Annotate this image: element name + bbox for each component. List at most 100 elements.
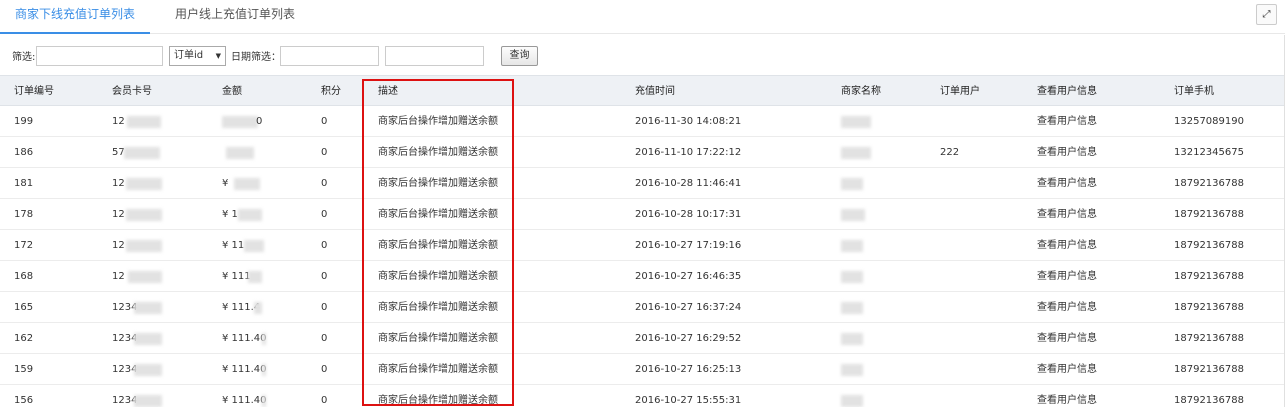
amount-redaction bbox=[226, 147, 254, 159]
card-number-redaction bbox=[126, 209, 162, 221]
view-user-info-link[interactable]: 查看用户信息 bbox=[1037, 137, 1097, 168]
cell-amount-tail: 0 bbox=[256, 116, 263, 127]
date-end-input[interactable] bbox=[385, 46, 484, 66]
table-row: 159 1234 ¥ 111.40 0 商家后台操作增加赠送余额 2016-10-27 1… bbox=[0, 354, 1285, 385]
cell-card-number: 12 bbox=[112, 116, 125, 127]
cell-description: 商家后台操作增加赠送余额 bbox=[378, 178, 498, 189]
cell-recharge-time: 2016-10-27 16:37:24 bbox=[635, 302, 742, 313]
cell-recharge-time: 2016-11-30 14:08:21 bbox=[635, 116, 742, 127]
merchant-name-redaction bbox=[841, 209, 865, 221]
cell-order-id: 172 bbox=[14, 240, 34, 251]
cell-amount: ¥ 1 bbox=[222, 209, 238, 220]
cell-description: 商家后台操作增加赠送余额 bbox=[378, 395, 498, 406]
cell-recharge-time: 2016-10-28 11:46:41 bbox=[635, 178, 742, 189]
cell-points: 0 bbox=[321, 209, 328, 220]
table-row: 199 12 0 0 商家后台操作增加赠送余额 2016-11-30 14:08:21 查看… bbox=[0, 106, 1285, 137]
cell-order-phone: 13257089190 bbox=[1174, 116, 1244, 127]
column-header-card-number: 会员卡号 bbox=[112, 86, 152, 97]
card-number-redaction bbox=[134, 302, 162, 314]
cell-amount: ¥ 111.40 bbox=[222, 333, 267, 344]
cell-points: 0 bbox=[321, 178, 328, 189]
cell-order-phone: 18792136788 bbox=[1174, 178, 1244, 189]
view-user-info-link[interactable]: 查看用户信息 bbox=[1037, 106, 1097, 137]
card-number-redaction bbox=[128, 271, 162, 283]
view-user-info-link[interactable]: 查看用户信息 bbox=[1037, 292, 1097, 323]
merchant-name-redaction bbox=[841, 178, 863, 190]
cell-description: 商家后台操作增加赠送余额 bbox=[378, 209, 498, 220]
table-body: 199 12 0 0 商家后台操作增加赠送余额 2016-11-30 14:08:21 查看… bbox=[0, 106, 1285, 407]
merchant-name-redaction bbox=[841, 395, 863, 407]
merchant-name-redaction bbox=[841, 116, 871, 128]
cell-description: 商家后台操作增加赠送余额 bbox=[378, 147, 498, 158]
cell-card-number: 12 bbox=[112, 178, 125, 189]
tab-merchant-offline-orders[interactable]: 商家下线充值订单列表 bbox=[0, 0, 150, 34]
cell-points: 0 bbox=[321, 240, 328, 251]
column-header-order-phone: 订单手机 bbox=[1174, 86, 1214, 97]
cell-amount: ¥ 111.40 bbox=[222, 364, 267, 375]
tab-user-online-orders[interactable]: 用户线上充值订单列表 bbox=[175, 0, 295, 34]
card-number-redaction bbox=[126, 240, 162, 252]
cell-amount: ¥ 11 bbox=[222, 240, 245, 251]
cell-order-id: 156 bbox=[14, 395, 34, 406]
table-row: 165 1234 ¥ 111.4 0 商家后台操作增加赠送余额 2016-10-27 16… bbox=[0, 292, 1285, 323]
card-number-redaction bbox=[126, 178, 162, 190]
cell-order-id: 165 bbox=[14, 302, 34, 313]
filter-field-select[interactable]: 订单id ▼ bbox=[169, 46, 226, 66]
merchant-name-redaction bbox=[841, 302, 863, 314]
view-user-info-link[interactable]: 查看用户信息 bbox=[1037, 168, 1097, 199]
table-row: 186 57 0 商家后台操作增加赠送余额 2016-11-10 17:22:12 222… bbox=[0, 137, 1285, 168]
cell-points: 0 bbox=[321, 302, 328, 313]
view-user-info-link[interactable]: 查看用户信息 bbox=[1037, 354, 1097, 385]
cell-description: 商家后台操作增加赠送余额 bbox=[378, 116, 498, 127]
amount-redaction bbox=[222, 116, 258, 128]
table-row: 181 12 ¥0 商家后台操作增加赠送余额 2016-10-28 11:46:41 查看… bbox=[0, 168, 1285, 199]
tab-bar: 商家下线充值订单列表 用户线上充值订单列表 ⤢ bbox=[0, 0, 1285, 34]
view-user-info-link[interactable]: 查看用户信息 bbox=[1037, 323, 1097, 354]
column-header-description: 描述 bbox=[378, 86, 398, 97]
view-user-info-link[interactable]: 查看用户信息 bbox=[1037, 261, 1097, 292]
amount-redaction bbox=[262, 333, 266, 345]
cell-description: 商家后台操作增加赠送余额 bbox=[378, 240, 498, 251]
cell-order-phone: 18792136788 bbox=[1174, 333, 1244, 344]
cell-order-id: 159 bbox=[14, 364, 34, 375]
cell-order-phone: 18792136788 bbox=[1174, 364, 1244, 375]
cell-card-number: 57 bbox=[112, 147, 125, 158]
table-row: 156 1234 ¥ 111.40 0 商家后台操作增加赠送余额 2016-10-27 1… bbox=[0, 385, 1285, 407]
expand-icon[interactable]: ⤢ bbox=[1256, 4, 1277, 25]
amount-redaction bbox=[254, 302, 262, 314]
cell-order-id: 199 bbox=[14, 116, 34, 127]
cell-order-phone: 18792136788 bbox=[1174, 395, 1244, 406]
column-header-points: 积分 bbox=[321, 86, 341, 97]
column-header-view-user-info: 查看用户信息 bbox=[1037, 86, 1097, 97]
amount-redaction bbox=[262, 364, 266, 376]
cell-points: 0 bbox=[321, 364, 328, 375]
cell-order-id: 181 bbox=[14, 178, 34, 189]
cell-recharge-time: 2016-11-10 17:22:12 bbox=[635, 147, 742, 158]
cell-order-id: 178 bbox=[14, 209, 34, 220]
amount-redaction bbox=[248, 271, 262, 283]
card-number-redaction bbox=[134, 364, 162, 376]
cell-amount: ¥ 111.40 bbox=[222, 395, 267, 406]
cell-amount: ¥ bbox=[222, 178, 229, 189]
cell-points: 0 bbox=[321, 116, 328, 127]
view-user-info-link[interactable]: 查看用户信息 bbox=[1037, 230, 1097, 261]
table-row: 162 1234 ¥ 111.40 0 商家后台操作增加赠送余额 2016-10-27 1… bbox=[0, 323, 1285, 354]
cell-recharge-time: 2016-10-27 16:29:52 bbox=[635, 333, 742, 344]
view-user-info-link[interactable]: 查看用户信息 bbox=[1037, 199, 1097, 230]
column-header-amount: 金额 bbox=[222, 86, 242, 97]
column-header-order-id: 订单编号 bbox=[14, 86, 54, 97]
cell-recharge-time: 2016-10-27 15:55:31 bbox=[635, 395, 742, 406]
cell-order-id: 168 bbox=[14, 271, 34, 282]
date-start-input[interactable] bbox=[280, 46, 379, 66]
amount-redaction bbox=[238, 209, 262, 221]
amount-redaction bbox=[262, 395, 266, 407]
cell-order-phone: 13212345675 bbox=[1174, 147, 1244, 158]
query-button[interactable]: 查询 bbox=[501, 46, 538, 66]
cell-description: 商家后台操作增加赠送余额 bbox=[378, 271, 498, 282]
column-header-merchant-name: 商家名称 bbox=[841, 86, 881, 97]
merchant-name-redaction bbox=[841, 333, 863, 345]
column-header-recharge-time: 充值时间 bbox=[635, 86, 675, 97]
view-user-info-link[interactable]: 查看用户信息 bbox=[1037, 385, 1097, 407]
filter-input[interactable] bbox=[36, 46, 163, 66]
cell-points: 0 bbox=[321, 271, 328, 282]
